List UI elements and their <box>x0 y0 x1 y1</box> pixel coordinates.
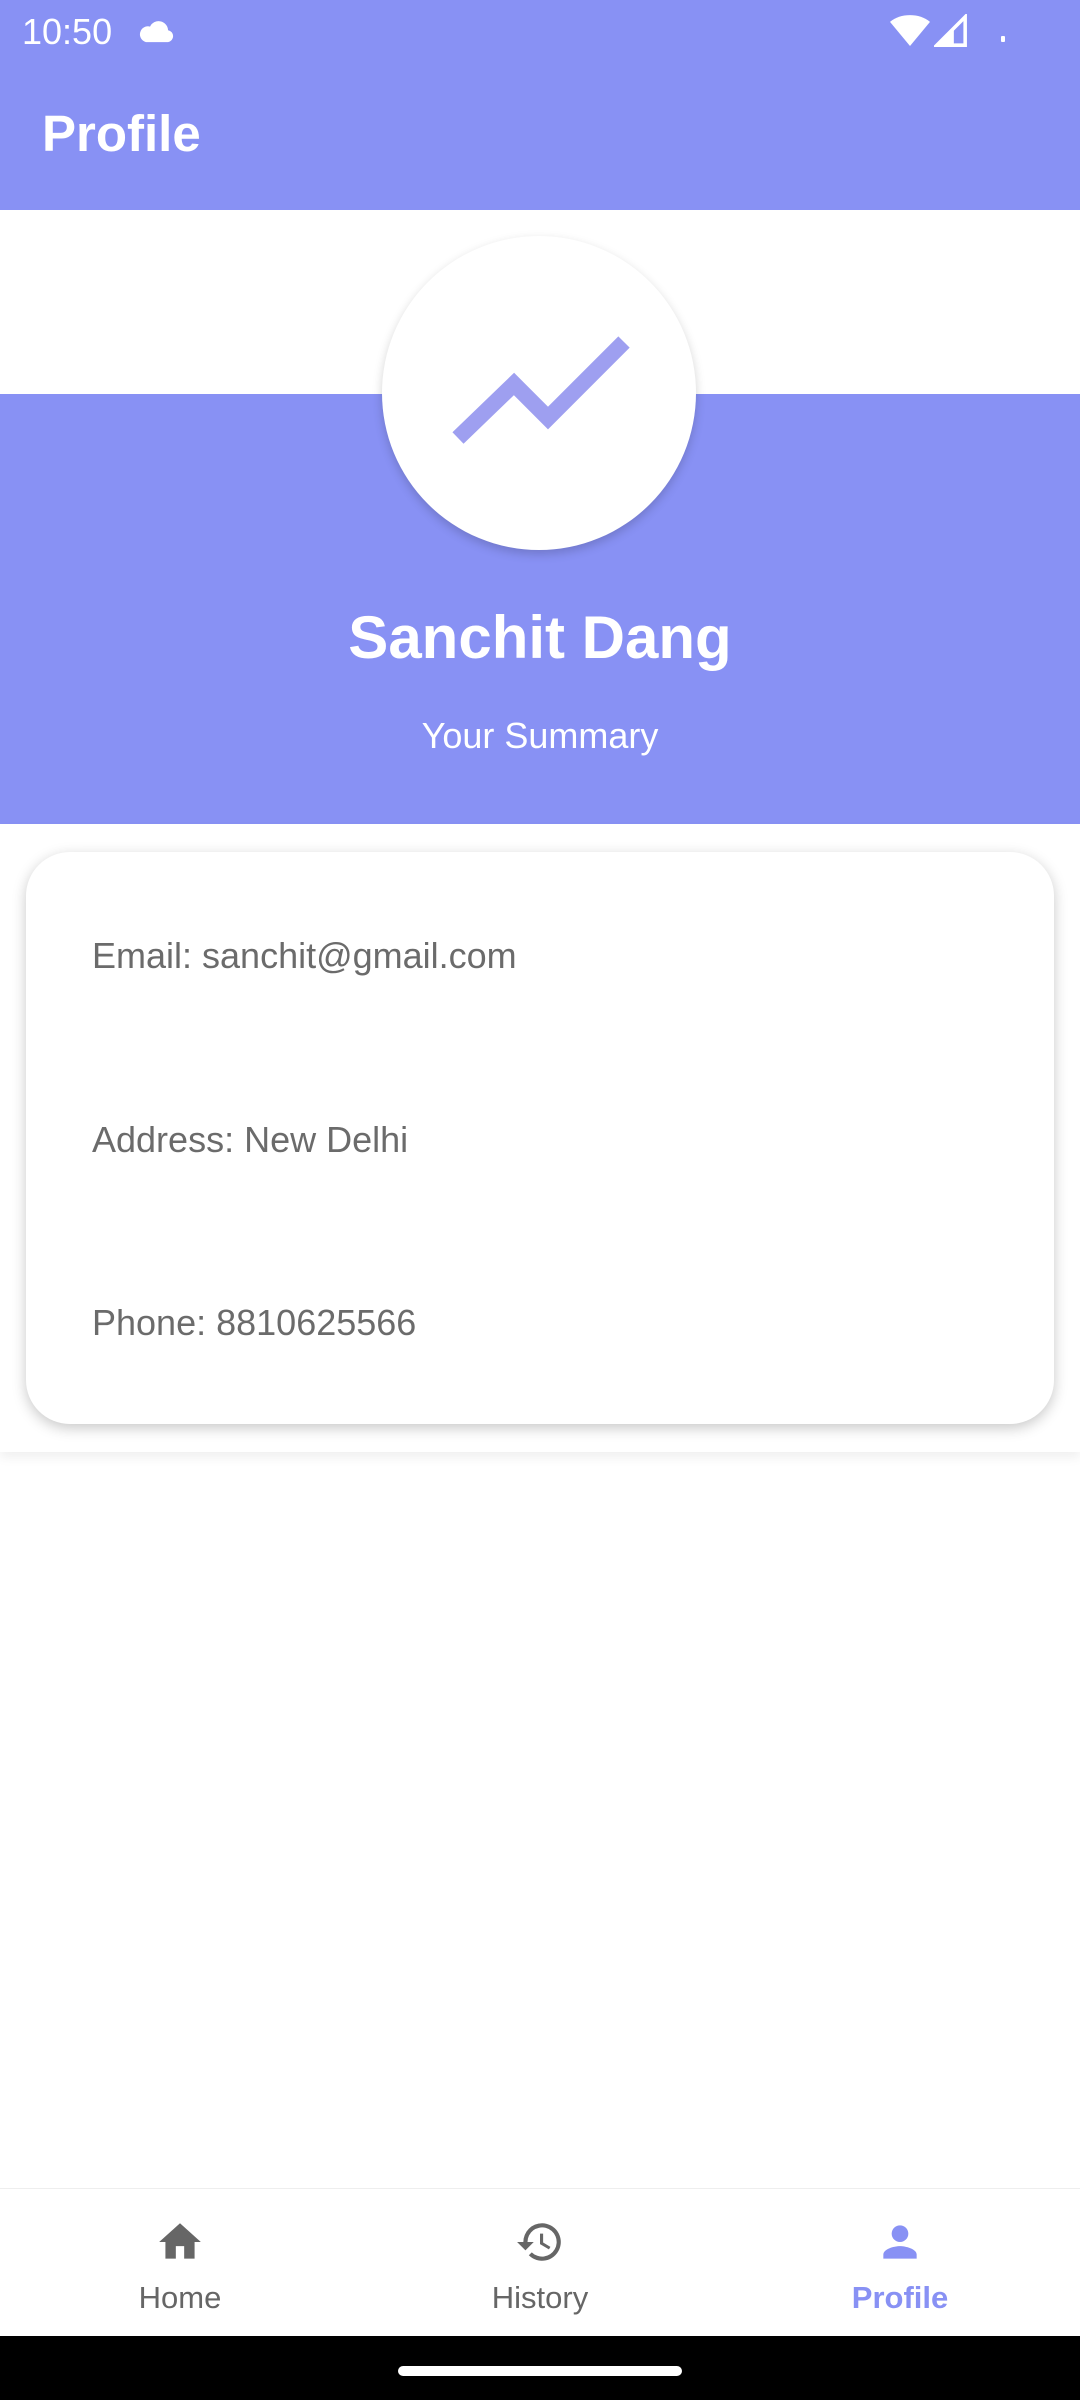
home-icon <box>159 2223 201 2259</box>
address-text: Address: New Delhi <box>92 1119 409 1160</box>
person-icon <box>883 2225 917 2259</box>
cell-signal-icon <box>934 14 967 47</box>
avatar <box>382 236 696 550</box>
wifi-icon <box>890 15 930 46</box>
system-navigation-bar <box>0 2336 1080 2400</box>
home-gesture-handle[interactable] <box>398 2366 682 2376</box>
nav-label-home: Home <box>138 2280 222 2315</box>
status-bar: 10:50 <box>0 0 1080 64</box>
nav-item-profile[interactable]: Profile <box>720 2189 1080 2337</box>
profile-name: Sanchit Dang <box>348 604 732 671</box>
profile-summary: Your Summary <box>421 715 659 756</box>
email-text: Email: sanchit@gmail.com <box>92 935 517 976</box>
status-time: 10:50 <box>22 11 113 52</box>
trending-up-icon <box>452 336 630 444</box>
nav-item-history[interactable]: History <box>360 2189 720 2337</box>
nav-label-history: History <box>491 2280 589 2315</box>
nav-item-home[interactable]: Home <box>0 2189 360 2337</box>
history-icon <box>517 2223 561 2261</box>
cloud-icon <box>139 21 174 43</box>
nav-label-profile: Profile <box>851 2280 949 2315</box>
app-bar: Profile <box>0 64 1080 210</box>
profile-details-card: Email: sanchit@gmail.com Address: New De… <box>26 852 1054 1424</box>
profile-screen: 10:50 Profile Sanchit Dang Your Summary … <box>0 0 1080 2400</box>
phone-text: Phone: 8810625566 <box>92 1302 417 1343</box>
page-title: Profile <box>42 105 201 162</box>
bottom-navigation: Home History Profile <box>0 2188 1080 2337</box>
status-dot <box>1001 36 1005 42</box>
